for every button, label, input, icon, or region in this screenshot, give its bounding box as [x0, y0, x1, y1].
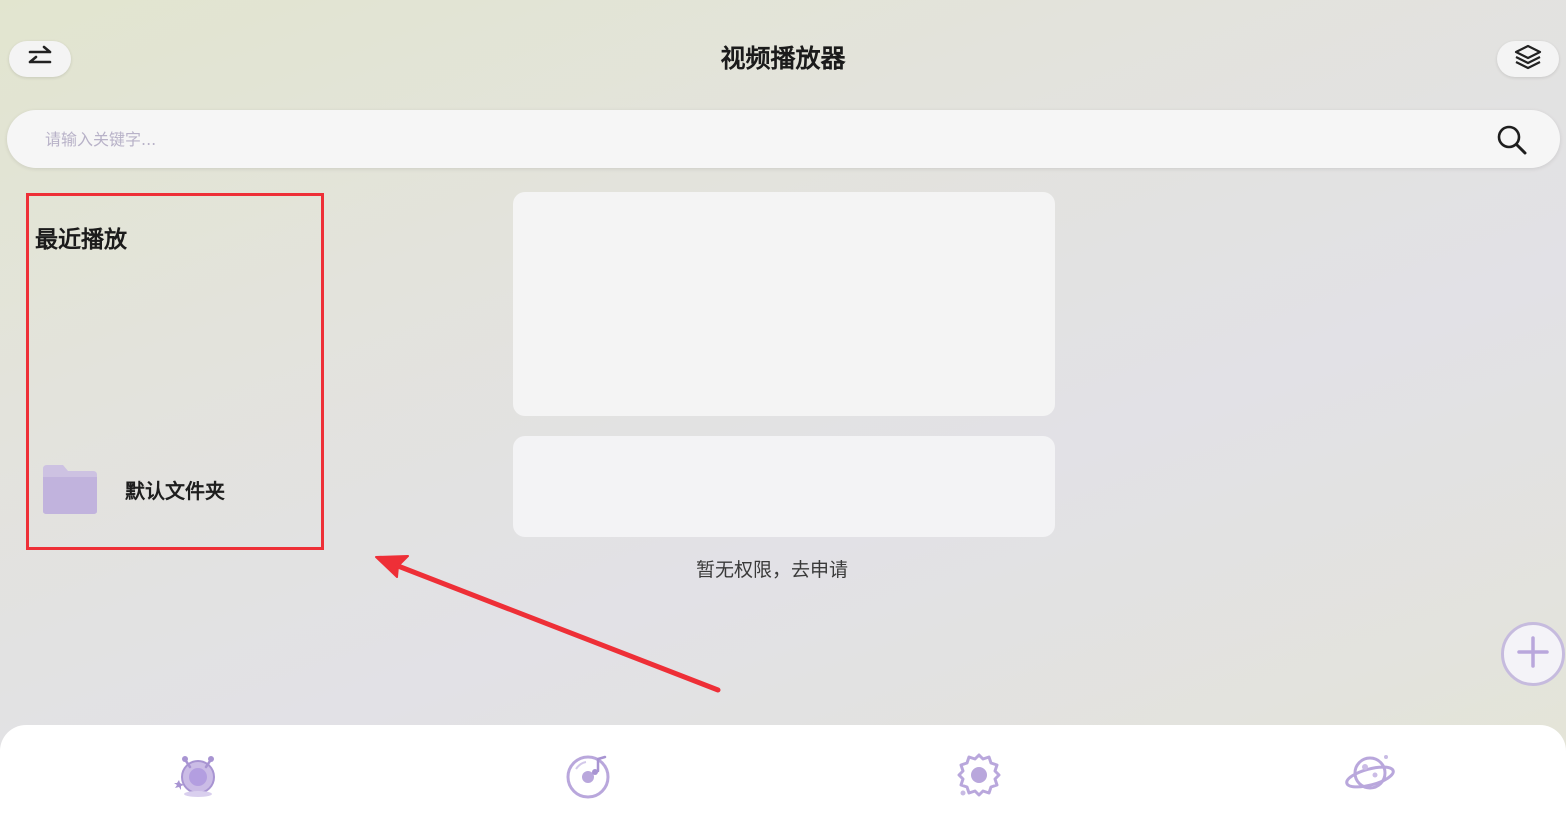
- permission-request-link[interactable]: 暂无权限，去申请: [513, 555, 1031, 582]
- page-title: 视频播放器: [720, 44, 846, 73]
- recent-panel: 最近播放 默认文件夹: [26, 193, 324, 550]
- search-icon[interactable]: [1495, 123, 1529, 157]
- search-bar: [7, 110, 1560, 168]
- nav-item-discover[interactable]: [1338, 745, 1402, 809]
- nav-item-music[interactable]: [556, 745, 620, 809]
- nav-item-home[interactable]: [164, 745, 228, 809]
- plus-icon: [1515, 634, 1551, 674]
- layers-icon: [1514, 43, 1542, 75]
- video-card[interactable]: [513, 192, 1055, 416]
- gear-icon: [951, 747, 1007, 807]
- folder-label: 默认文件夹: [125, 478, 225, 503]
- search-input[interactable]: [45, 122, 1445, 156]
- recent-title: 最近播放: [35, 227, 127, 253]
- alien-planet-icon: [166, 745, 226, 809]
- folder-item[interactable]: 默认文件夹: [41, 461, 301, 517]
- add-button[interactable]: [1501, 622, 1565, 686]
- bottom-nav: [0, 725, 1566, 825]
- planet-icon: [1340, 745, 1400, 809]
- layers-button[interactable]: [1497, 41, 1559, 77]
- video-info-card[interactable]: [513, 436, 1055, 537]
- nav-item-settings[interactable]: [947, 745, 1011, 809]
- music-disc-icon: [560, 747, 616, 807]
- folder-icon: [41, 463, 99, 516]
